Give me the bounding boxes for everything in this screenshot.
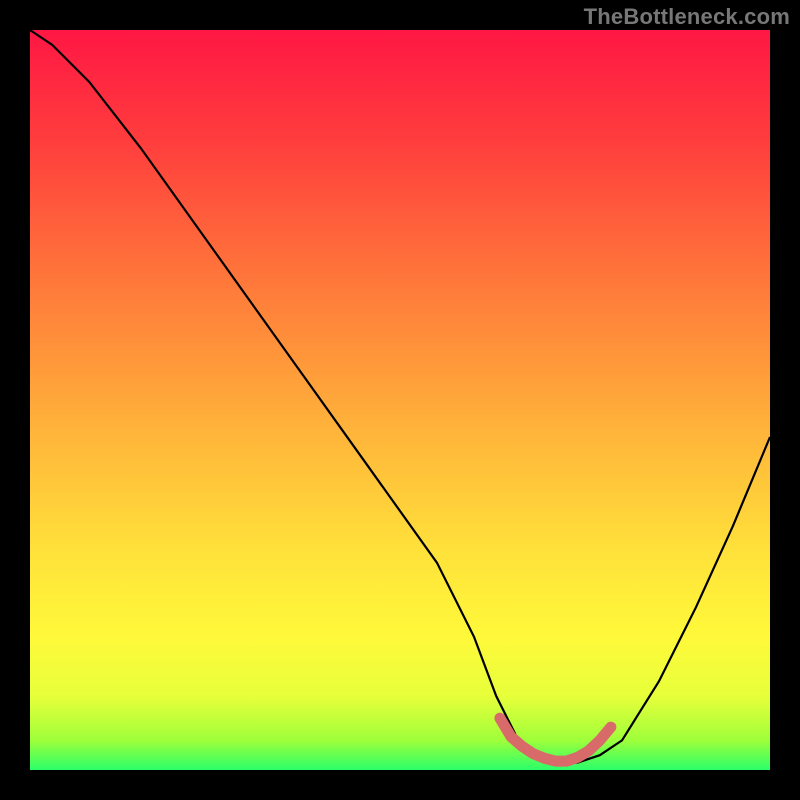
chart-frame: TheBottleneck.com [0,0,800,800]
plot-background [30,30,770,770]
watermark-text: TheBottleneck.com [584,4,790,30]
bottleneck-chart [0,0,800,800]
